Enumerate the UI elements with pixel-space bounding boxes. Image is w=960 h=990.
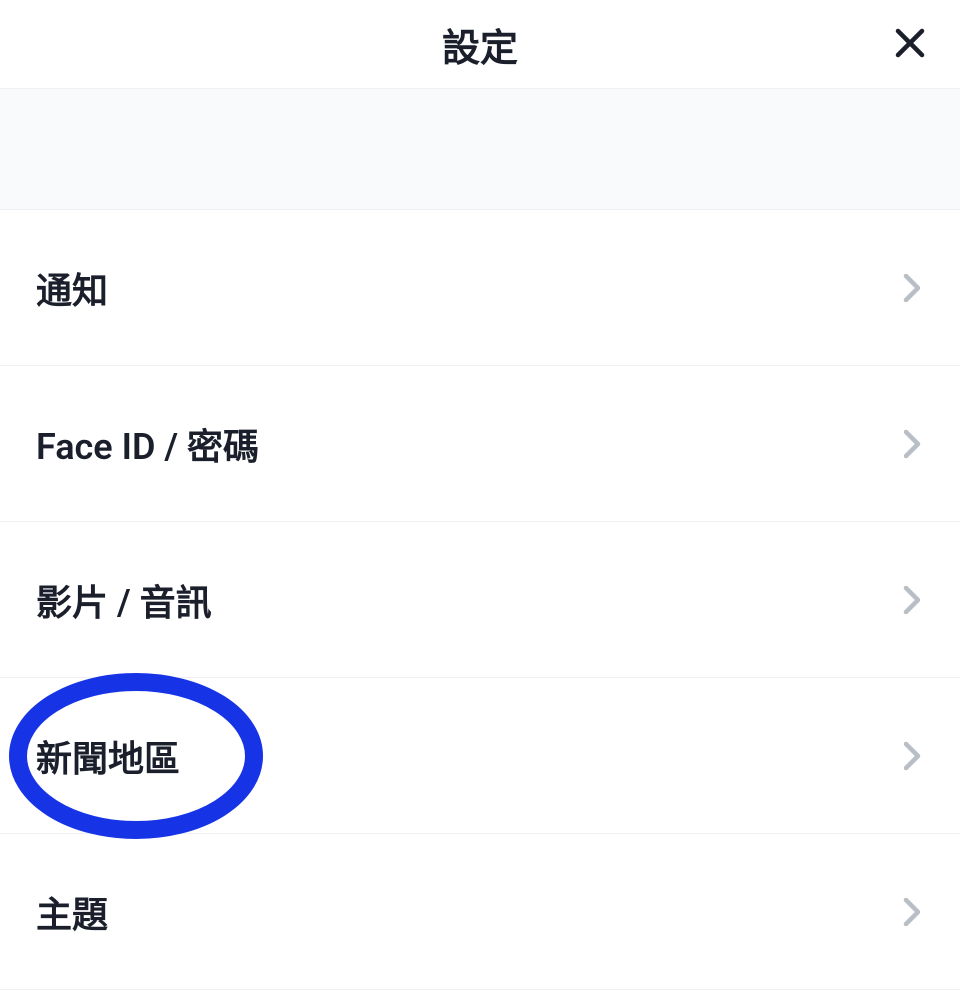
chevron-right-icon [900, 900, 924, 924]
chevron-right-icon [900, 744, 924, 768]
section-spacer [0, 88, 960, 210]
page-title: 設定 [442, 17, 518, 72]
chevron-right-icon [900, 588, 924, 612]
chevron-right-icon [900, 432, 924, 456]
settings-item-label: 通知 [36, 262, 108, 314]
settings-item-news-region[interactable]: 新聞地區 [0, 678, 960, 834]
header: 設定 [0, 0, 960, 88]
settings-list: 通知 Face ID / 密碼 影片 / 音訊 新聞地區 [0, 210, 960, 990]
settings-item-video-audio[interactable]: 影片 / 音訊 [0, 522, 960, 678]
settings-item-label: 主題 [36, 886, 108, 938]
settings-item-faceid-password[interactable]: Face ID / 密碼 [0, 366, 960, 522]
close-button[interactable] [888, 22, 932, 66]
settings-item-label: 影片 / 音訊 [36, 574, 212, 626]
settings-item-label: Face ID / 密碼 [36, 418, 259, 470]
settings-item-theme[interactable]: 主題 [0, 834, 960, 990]
chevron-right-icon [900, 276, 924, 300]
settings-item-label: 新聞地區 [36, 730, 180, 782]
close-icon [892, 25, 928, 64]
settings-item-notifications[interactable]: 通知 [0, 210, 960, 366]
